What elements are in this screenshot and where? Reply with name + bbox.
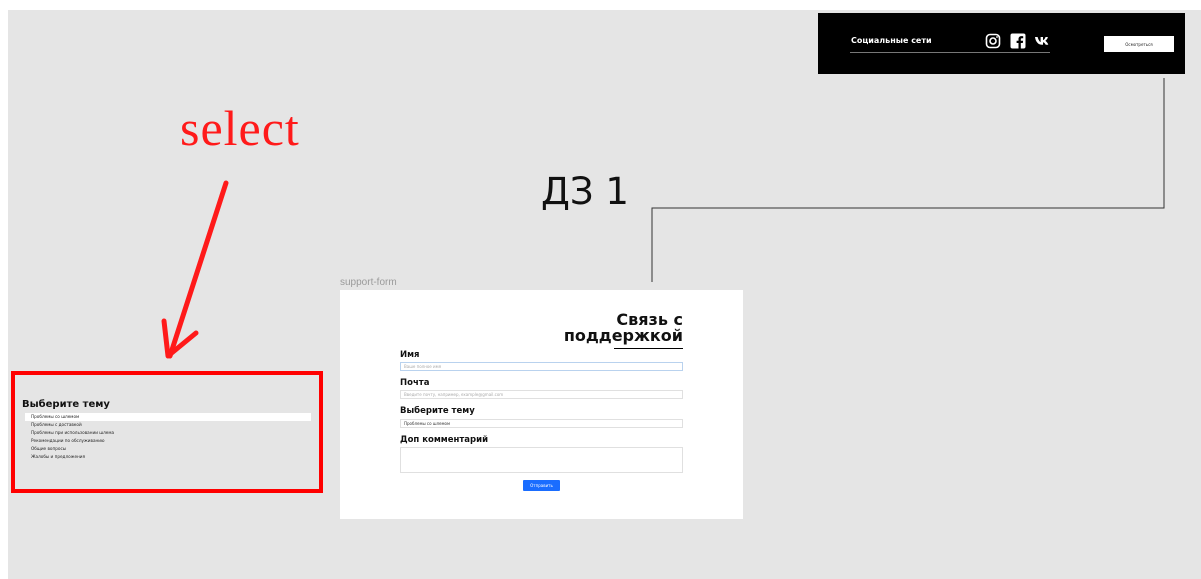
name-input[interactable]: Ваше полное имя (400, 362, 683, 371)
form-heading: Связь с поддержкой (564, 312, 683, 344)
vk-icon[interactable] (1034, 33, 1050, 49)
select-option[interactable]: Проблемы с доставкой (25, 421, 311, 429)
heading-underline (614, 348, 683, 349)
frame-label: support-form (340, 277, 397, 288)
email-input[interactable]: Введите почту, например, example@gmail.c… (400, 390, 683, 399)
topic-label: Выберите тему (400, 406, 475, 416)
select-option[interactable]: Проблемы при использовании шлема (25, 429, 311, 437)
subscribe-button[interactable]: Осмотреться (1104, 36, 1174, 52)
select-option[interactable]: Общие вопросы (25, 445, 311, 453)
select-annotation: select (180, 100, 300, 156)
social-footer: Социальные сети Осмотреться (818, 13, 1185, 74)
email-label: Почта (400, 378, 430, 388)
submit-button[interactable]: Отправить (523, 480, 560, 491)
select-option[interactable]: Жалобы и предложения (25, 453, 311, 461)
name-label: Имя (400, 350, 420, 360)
homework-title: ДЗ 1 (541, 170, 629, 213)
support-form: Связь с поддержкой Имя Ваше полное имя П… (340, 290, 743, 519)
facebook-icon[interactable] (1010, 33, 1026, 49)
select-option[interactable]: Рекомендации по обслуживанию (25, 437, 311, 445)
select-options-list: Проблемы со шлемом Проблемы с доставкой … (25, 413, 311, 461)
social-title: Социальные сети (851, 36, 932, 45)
topic-select[interactable]: Проблемы со шлемом (400, 419, 683, 428)
select-option[interactable]: Проблемы со шлемом (25, 413, 311, 421)
select-highlight-frame: Выберите тему Проблемы со шлемом Проблем… (11, 371, 323, 493)
red-arrow (161, 180, 229, 359)
instagram-icon[interactable] (985, 33, 1001, 49)
social-divider (850, 52, 1050, 53)
comment-textarea[interactable] (400, 447, 683, 473)
comment-label: Доп комментарий (400, 435, 489, 445)
form-heading-line2: поддержкой (563, 326, 683, 345)
select-title: Выберите тему (22, 399, 110, 410)
